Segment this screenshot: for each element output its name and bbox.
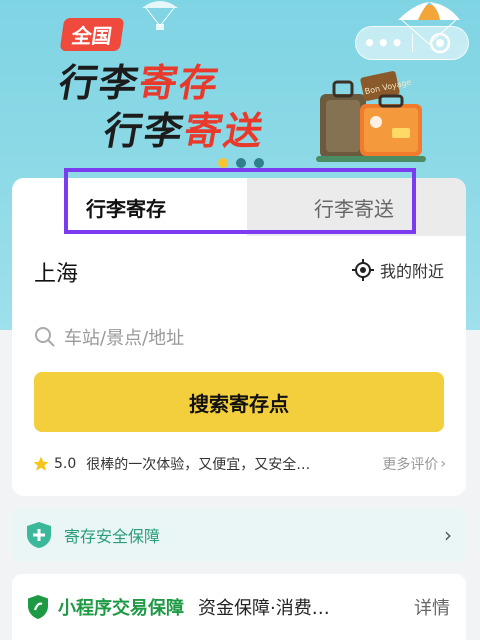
- banner-line-1: 行李寄存: [55, 61, 224, 105]
- review-text: 很棒的一次体验，又便宜，又安全…: [86, 457, 311, 473]
- banner-badge: 全国: [59, 18, 125, 51]
- city-selector[interactable]: 上海: [34, 256, 78, 288]
- tab-luggage-storage[interactable]: 行李寄存: [12, 178, 247, 236]
- locate-icon: [351, 259, 374, 281]
- service-tabs: 行李寄送 行李寄存: [12, 178, 466, 236]
- guarantee-title: 小程序交易保障: [58, 598, 184, 619]
- guarantee-details-link[interactable]: 详情: [414, 594, 450, 620]
- record-close-icon[interactable]: [412, 32, 468, 54]
- transaction-guarantee-bar[interactable]: 小程序交易保障 资金保障·消费… 详情: [12, 574, 466, 640]
- star-icon: [33, 456, 49, 471]
- search-input[interactable]: 车站/景点/地址: [34, 324, 184, 350]
- nearby-button[interactable]: 我的附近: [351, 258, 444, 282]
- search-storage-button[interactable]: 搜索寄存点: [34, 372, 444, 432]
- carousel-dot[interactable]: [254, 158, 264, 168]
- carousel-dot[interactable]: [218, 158, 228, 168]
- miniprogram-capsule[interactable]: •••: [355, 26, 469, 60]
- tab-luggage-delivery[interactable]: 行李寄送: [240, 178, 466, 236]
- search-icon: [35, 327, 55, 347]
- parachute-icon: [142, 1, 178, 30]
- more-reviews-link[interactable]: 更多评价 ›: [382, 454, 446, 474]
- review-score: 5.0: [54, 456, 77, 472]
- carousel-dot[interactable]: [236, 158, 246, 168]
- search-card: 行李寄送 行李寄存 上海 我的附近 车站/景点/地址 搜索寄存点 5.0 很棒的…: [12, 168, 466, 496]
- guarantee-shield-icon: [28, 595, 48, 619]
- more-dots-icon[interactable]: •••: [356, 31, 412, 55]
- storage-safety-banner[interactable]: 寄存安全保障 ›: [12, 508, 466, 562]
- review-summary[interactable]: 5.0 很棒的一次体验，又便宜，又安全… 更多评价 ›: [32, 454, 446, 474]
- nearby-label: 我的附近: [379, 262, 444, 281]
- search-placeholder: 车站/景点/地址: [64, 328, 185, 349]
- banner-line-2: 行李寄送: [100, 109, 269, 153]
- guarantee-desc: 资金保障·消费…: [198, 598, 330, 619]
- carousel-indicator[interactable]: [218, 158, 264, 168]
- chevron-right-icon: ›: [440, 456, 446, 472]
- shield-plus-icon: [27, 522, 51, 548]
- luggage-illustration: Bon Voyage: [316, 71, 426, 162]
- chevron-right-icon: ›: [444, 523, 452, 547]
- safety-label: 寄存安全保障: [64, 527, 161, 546]
